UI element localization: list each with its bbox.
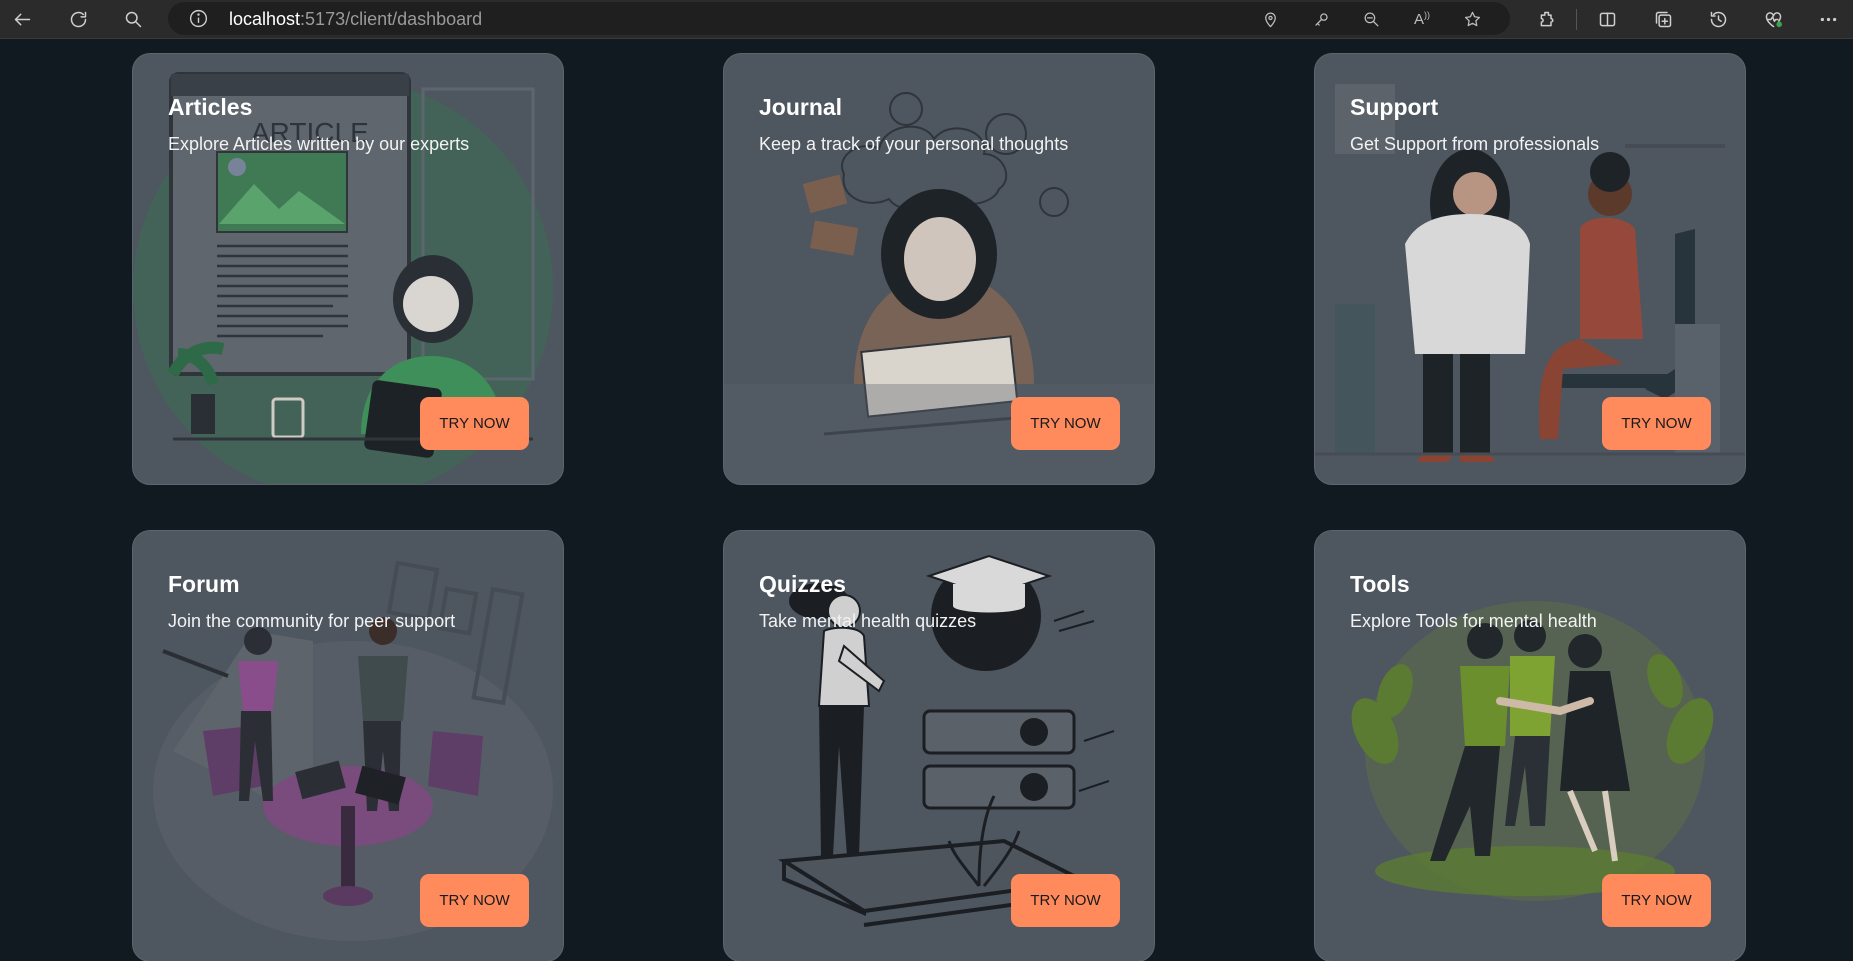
toolbar-divider [1576, 9, 1577, 30]
card-title: Forum [168, 571, 240, 597]
card-title: Journal [759, 94, 843, 120]
card-tools: Tools Explore Tools for mental health TR… [1314, 530, 1746, 961]
try-now-button[interactable]: TRY NOW [1602, 397, 1711, 450]
url-host: localhost [229, 9, 301, 29]
split-screen-icon[interactable] [1592, 4, 1622, 34]
card-journal: Journal Keep a track of your personal th… [723, 53, 1155, 485]
address-bar[interactable]: localhost:5173/client/dashboard A)) [168, 2, 1510, 35]
url-text[interactable]: localhost:5173/client/dashboard [229, 10, 482, 28]
card-support: Support Get Support from professionals T… [1314, 53, 1746, 485]
card-title: Quizzes [759, 571, 846, 597]
site-info-icon[interactable] [188, 8, 209, 29]
try-now-button[interactable]: TRY NOW [1011, 397, 1120, 450]
browser-essentials-icon[interactable] [1758, 4, 1788, 34]
card-title: Articles [168, 94, 253, 120]
card-articles: ARTICLE Articles Explore Articles writte… [132, 53, 564, 485]
card-description: Explore Articles written by our experts [168, 134, 470, 154]
history-icon[interactable] [1703, 4, 1733, 34]
key-icon[interactable] [1309, 7, 1333, 31]
read-aloud-icon[interactable]: A)) [1410, 7, 1434, 31]
try-now-button[interactable]: TRY NOW [420, 874, 529, 927]
card-description: Get Support from professionals [1350, 134, 1600, 154]
card-title: Tools [1350, 571, 1410, 597]
card-quizzes: Quizzes Take mental health quizzes TRY N… [723, 530, 1155, 961]
url-path: :5173/client/dashboard [300, 9, 483, 29]
search-icon[interactable] [118, 4, 148, 34]
more-options-icon[interactable] [1813, 4, 1843, 34]
try-now-button[interactable]: TRY NOW [1602, 874, 1711, 927]
back-icon[interactable] [7, 4, 37, 34]
card-description: Join the community for peer support [168, 611, 456, 631]
card-title: Support [1350, 94, 1439, 120]
favorite-star-icon[interactable] [1460, 7, 1484, 31]
refresh-icon[interactable] [63, 4, 93, 34]
card-forum: Forum Join the community for peer suppor… [132, 530, 564, 961]
card-description: Explore Tools for mental health [1350, 611, 1597, 631]
collections-icon[interactable] [1648, 4, 1678, 34]
zoom-out-icon[interactable] [1359, 7, 1383, 31]
browser-toolbar: localhost:5173/client/dashboard A)) [0, 0, 1853, 39]
extensions-icon[interactable] [1532, 4, 1562, 34]
location-icon[interactable] [1258, 7, 1282, 31]
card-description: Keep a track of your personal thoughts [759, 134, 1069, 154]
card-description: Take mental health quizzes [759, 611, 977, 631]
try-now-button[interactable]: TRY NOW [1011, 874, 1120, 927]
try-now-button[interactable]: TRY NOW [420, 397, 529, 450]
